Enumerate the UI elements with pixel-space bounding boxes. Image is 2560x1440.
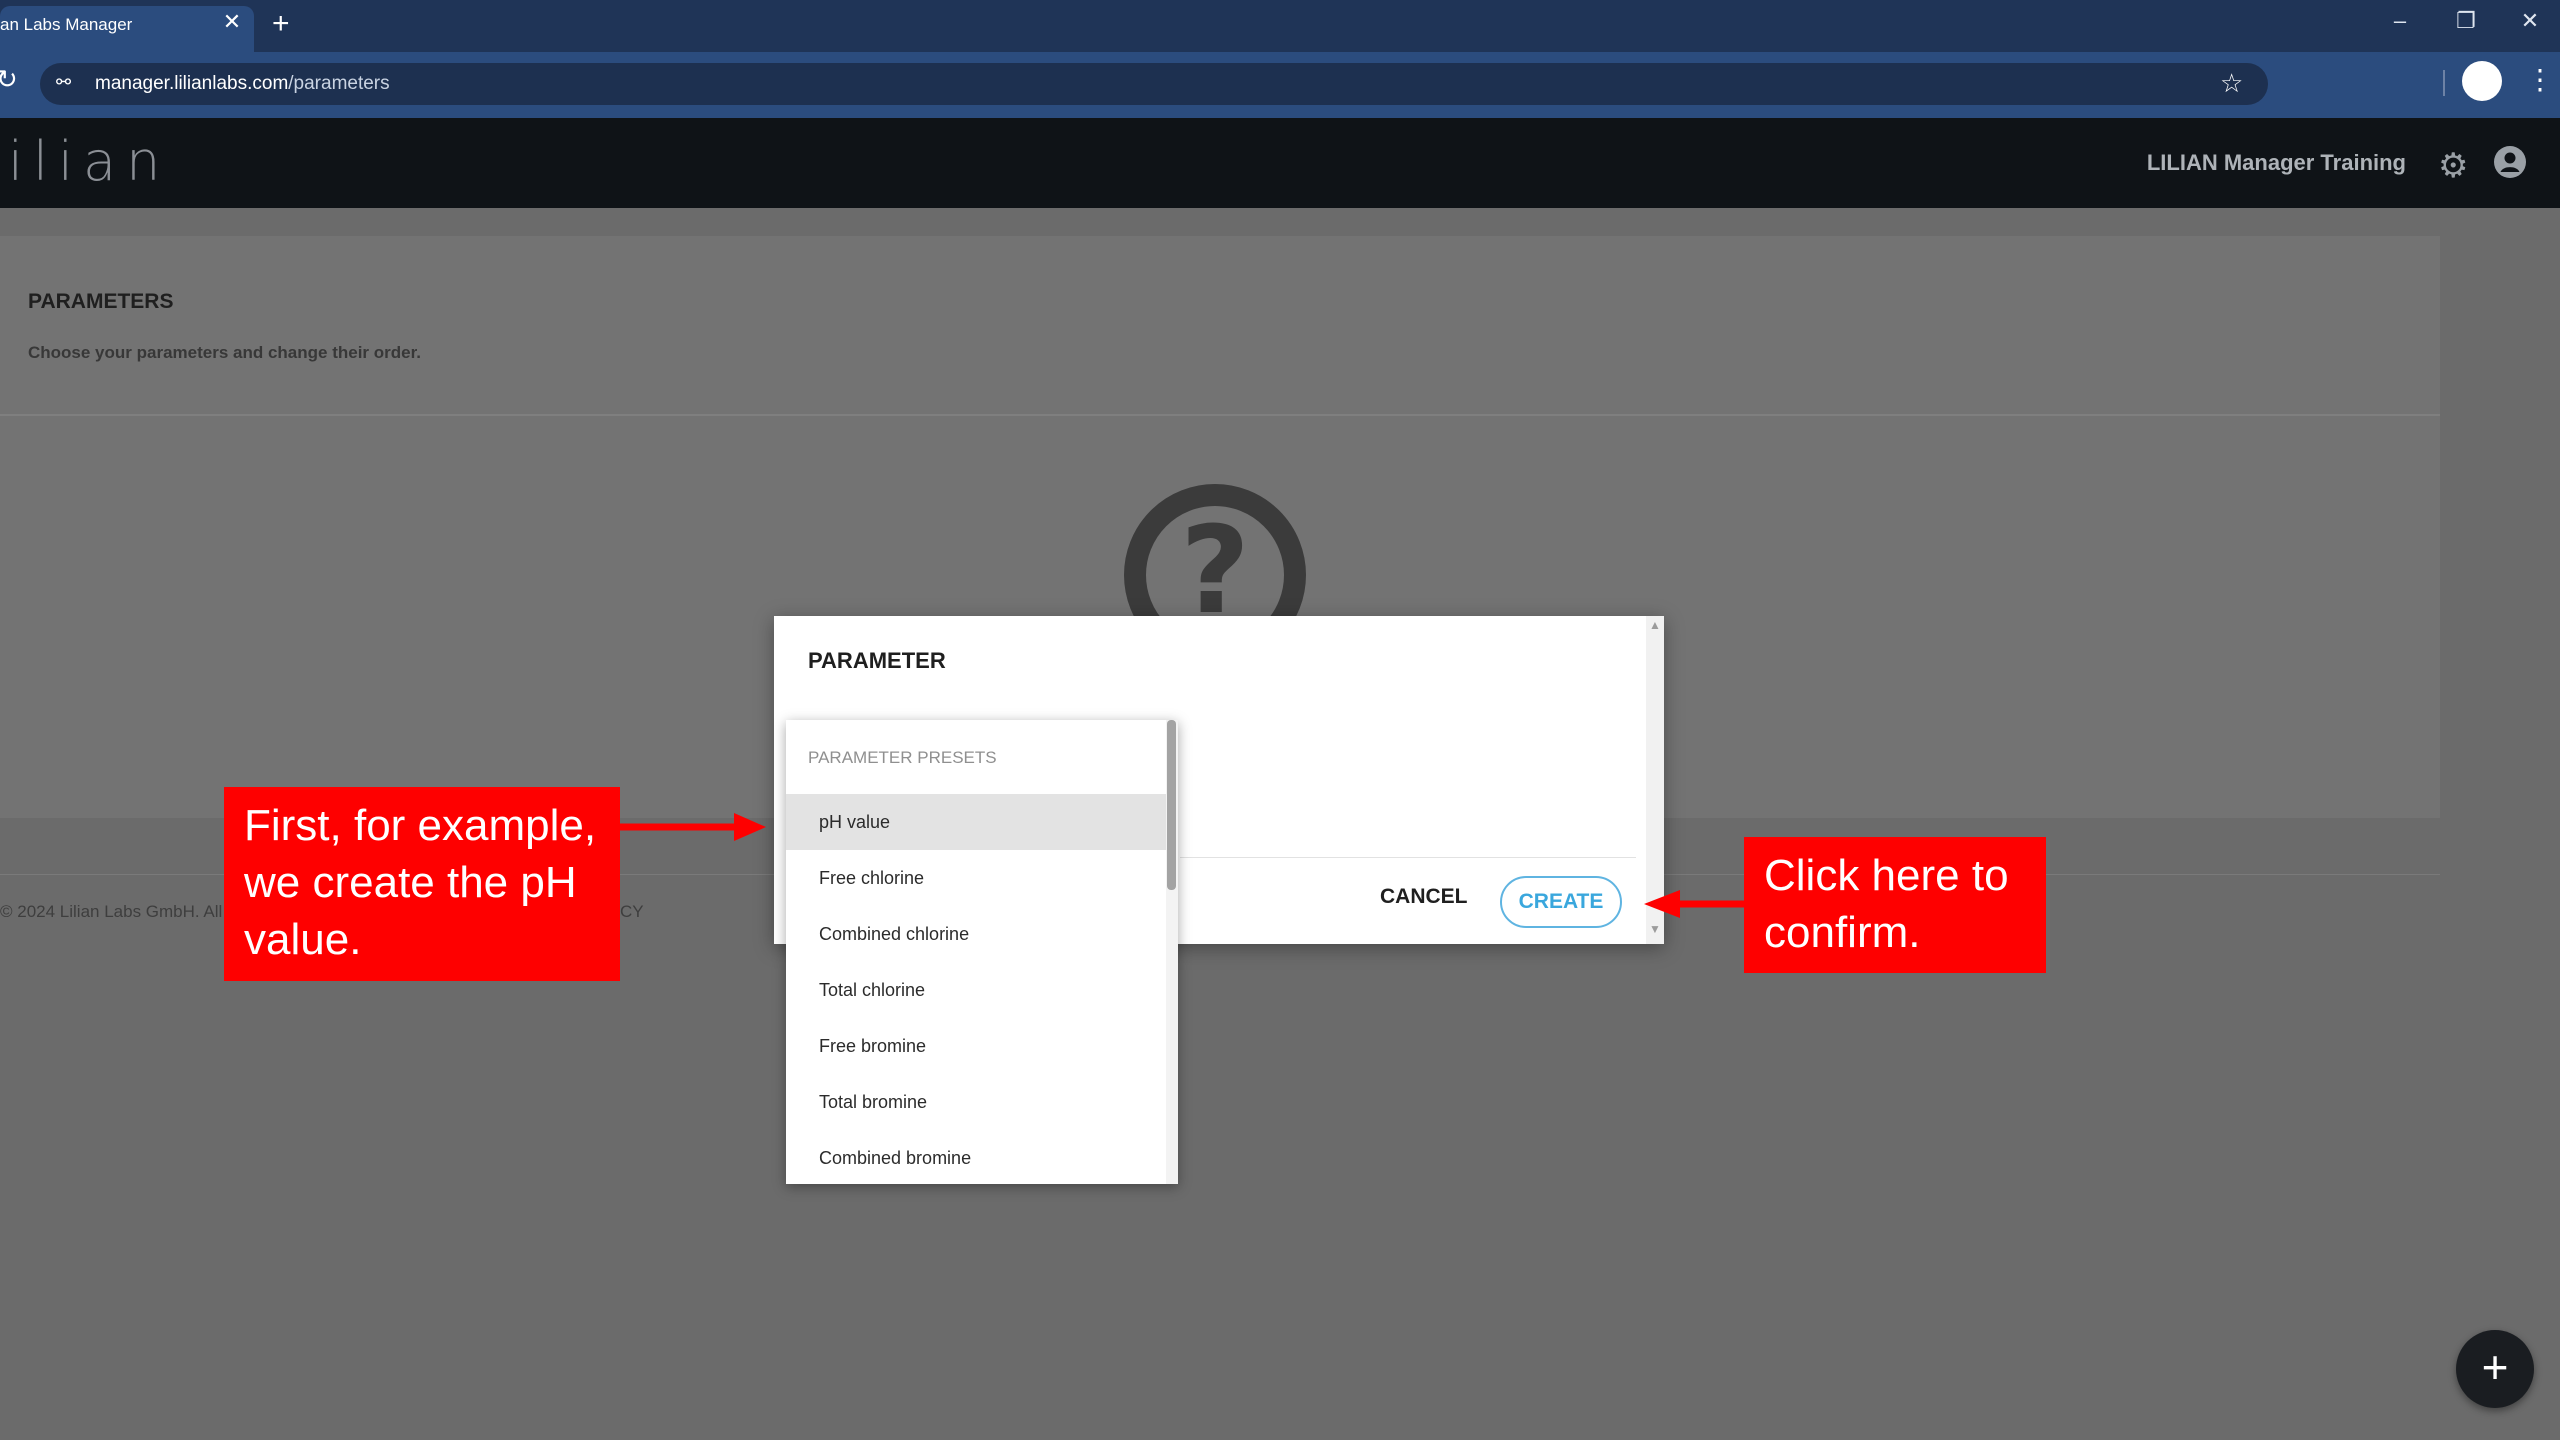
arrow-to-create — [1644, 890, 1744, 918]
add-parameter-fab[interactable]: + — [2456, 1330, 2534, 1408]
annotation-arrows — [620, 813, 1744, 918]
arrow-to-ph-value — [620, 813, 766, 841]
